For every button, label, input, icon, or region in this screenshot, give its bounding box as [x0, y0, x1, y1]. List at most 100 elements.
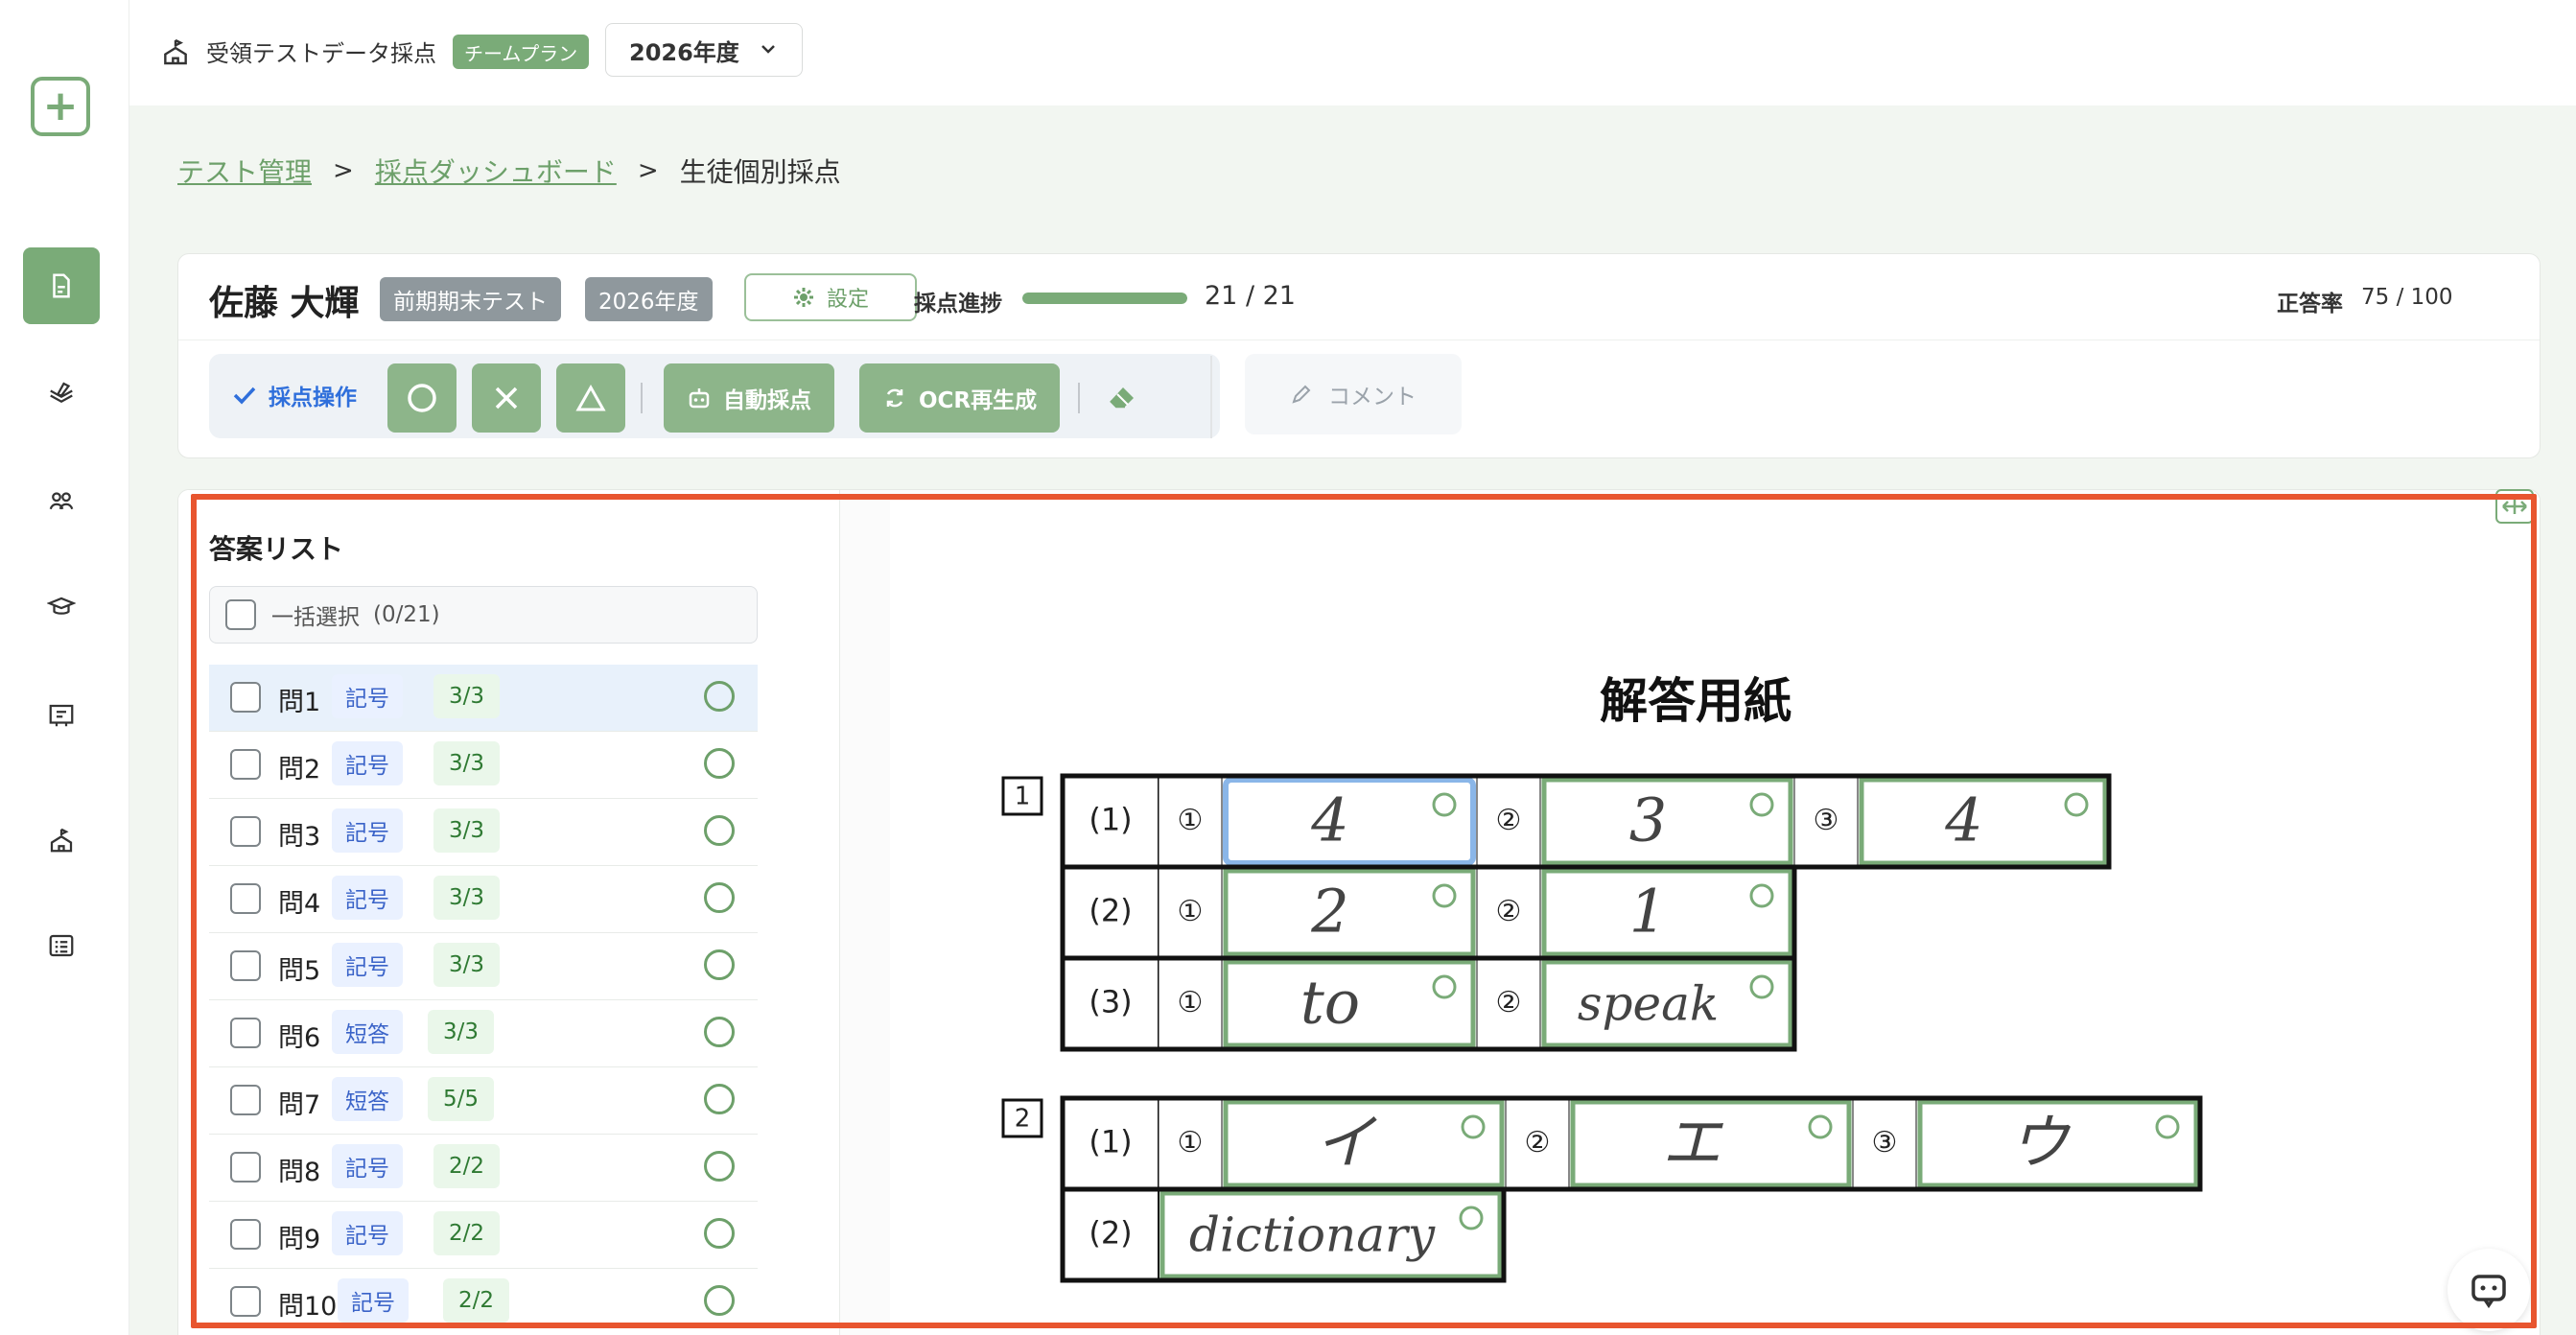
- question-score-badge: 2/2: [433, 1144, 501, 1188]
- handwritten-answer: 4: [1944, 785, 1982, 855]
- answer-row[interactable]: 問5 記号 3/3: [209, 933, 758, 1000]
- gear-icon: [793, 288, 813, 307]
- bulk-select[interactable]: 一括選択 (0/21): [209, 586, 758, 644]
- row-checkbox[interactable]: [230, 1152, 261, 1183]
- answer-row[interactable]: 問1 記号 3/3: [209, 665, 758, 732]
- grading-content: 答案リスト 一括選択 (0/21) 問1 記号 3/3 問2 記号 3/3 問3 記号 3/3 問…: [177, 489, 2541, 1335]
- eraser-button[interactable]: [1093, 369, 1151, 427]
- people-icon: [49, 492, 74, 510]
- answer-row[interactable]: 問8 記号 2/2: [209, 1135, 758, 1202]
- sidebar-item-list[interactable]: [23, 907, 100, 984]
- answer-row[interactable]: 問9 記号 2/2: [209, 1202, 758, 1269]
- correct-mark-icon: [704, 748, 735, 779]
- handwritten-answer: イ: [1315, 1108, 1377, 1178]
- row-checkbox[interactable]: [230, 1085, 261, 1115]
- question-type-badge: 短答: [332, 1077, 403, 1121]
- mark-wrong-button[interactable]: [472, 363, 541, 433]
- breadcrumb-test-management[interactable]: テスト管理: [177, 152, 312, 190]
- toolbar-divider: [641, 383, 643, 413]
- handwritten-answer: ウ: [2009, 1108, 2072, 1178]
- refresh-icon: [886, 388, 903, 408]
- row-label: (2): [1089, 1215, 1132, 1252]
- triangle-icon: [575, 384, 606, 411]
- sidebar-item-teachers[interactable]: [23, 570, 100, 646]
- mark-correct-button[interactable]: [387, 363, 457, 433]
- sidebar-item-documents[interactable]: [23, 247, 100, 324]
- progress-label: 採点進捗: [914, 292, 1002, 316]
- check-icon: [233, 386, 256, 405]
- row-label: (3): [1089, 984, 1132, 1020]
- toolbar-separator: [1210, 356, 1212, 438]
- year-badge: 2026年度: [585, 277, 713, 321]
- correct-mark-icon: [704, 882, 735, 913]
- pen-stack-icon: [50, 382, 73, 404]
- row-checkbox[interactable]: [230, 950, 261, 981]
- row-checkbox[interactable]: [230, 883, 261, 914]
- answer-box: [1859, 777, 2108, 866]
- row-checkbox[interactable]: [230, 816, 261, 847]
- main-area: テスト管理 > 採点ダッシュボード > 生徒個別採点 佐藤 大輝 前期期末テスト…: [129, 105, 2576, 1335]
- sidebar-item-grading[interactable]: [23, 355, 100, 432]
- answer-box: [1541, 777, 1793, 866]
- resize-arrows-icon: [2502, 499, 2527, 514]
- question-type-badge: 記号: [332, 1144, 403, 1188]
- settings-button[interactable]: 設定: [744, 273, 917, 321]
- answer-row[interactable]: 問3 記号 3/3: [209, 799, 758, 866]
- student-header: 佐藤 大輝 前期期末テスト 2026年度 設定 採点進捗 21 / 21 正答率…: [178, 254, 2540, 340]
- question-label: 問4: [278, 889, 321, 919]
- bulk-select-checkbox[interactable]: [225, 599, 256, 630]
- sidebar-item-classes[interactable]: [23, 677, 100, 754]
- answer-row[interactable]: 問10 記号 2/2: [209, 1269, 758, 1335]
- ocr-regenerate-button[interactable]: OCR再生成: [859, 363, 1061, 433]
- grading-toolbar: 採点操作 自動採点 OCR再生成: [209, 354, 1220, 438]
- handwritten-answer: speak: [1578, 976, 1719, 1032]
- panel-resize-button[interactable]: [2495, 489, 2534, 524]
- sidebar-item-school[interactable]: [23, 802, 100, 878]
- row-checkbox[interactable]: [230, 1018, 261, 1048]
- auto-grade-button[interactable]: 自動採点: [664, 363, 834, 433]
- correct-mark-icon: [704, 681, 735, 712]
- row-label: (2): [1089, 893, 1132, 929]
- answer-box: [1223, 777, 1476, 866]
- question-score-badge: 2/2: [443, 1278, 510, 1323]
- correct-mark-icon: [704, 1285, 735, 1316]
- chat-bot-button[interactable]: [2447, 1249, 2530, 1331]
- year-select[interactable]: 2026年度: [605, 23, 803, 77]
- answer-list-title: 答案リスト: [209, 533, 344, 565]
- correct-mark-icon: [704, 815, 735, 846]
- mark-partial-button[interactable]: [556, 363, 625, 433]
- question-label: 問7: [278, 1090, 321, 1120]
- question-score-badge: 2/2: [433, 1211, 501, 1255]
- grading-ops-label: 採点操作: [269, 386, 357, 410]
- row-checkbox[interactable]: [230, 682, 261, 713]
- year-select-value: 2026年度: [629, 38, 739, 66]
- grading-ops-toggle[interactable]: 採点操作: [232, 379, 357, 411]
- top-bar: 受領テストデータ採点 チームプラン 2026年度: [129, 0, 2576, 105]
- breadcrumb: テスト管理 > 採点ダッシュボード > 生徒個別採点: [177, 152, 841, 190]
- row-checkbox[interactable]: [230, 1219, 261, 1250]
- answer-row[interactable]: 問4 記号 3/3: [209, 866, 758, 933]
- question-label: 問3: [278, 822, 321, 852]
- question-score-badge: 3/3: [428, 1010, 495, 1054]
- circle-icon: [408, 384, 436, 412]
- answer-row[interactable]: 問7 短答 5/5: [209, 1067, 758, 1135]
- question-label: 問9: [278, 1225, 321, 1254]
- comment-button[interactable]: コメント: [1245, 354, 1462, 434]
- answer-row[interactable]: 問6 短答 3/3: [209, 1000, 758, 1067]
- breadcrumb-dashboard[interactable]: 採点ダッシュボード: [375, 152, 617, 190]
- answer-row[interactable]: 問2 記号 3/3: [209, 732, 758, 799]
- sidebar-item-students[interactable]: [23, 462, 100, 539]
- question-label: 問10: [278, 1292, 338, 1322]
- row-checkbox[interactable]: [230, 749, 261, 780]
- row-label: (1): [1089, 1124, 1132, 1160]
- row-checkbox[interactable]: [230, 1286, 261, 1317]
- answer-number: ②: [1496, 986, 1522, 1019]
- answer-sheet-viewer: 解答用紙 1 (1) ① 4 ② 3 ③ 4 (2) ① 2 ② 1 (3) ① to ② speak 2 (1) ① イ…: [840, 490, 2540, 1335]
- chevron-down-icon: [761, 45, 775, 54]
- question-label: 問5: [278, 956, 321, 986]
- new-plus-icon[interactable]: +: [31, 77, 90, 136]
- student-name: 佐藤 大輝: [209, 284, 360, 323]
- bulk-select-label: 一括選択: [271, 605, 360, 630]
- bulk-select-count: (0/21): [373, 602, 440, 627]
- question-type-badge: 記号: [332, 1211, 403, 1255]
